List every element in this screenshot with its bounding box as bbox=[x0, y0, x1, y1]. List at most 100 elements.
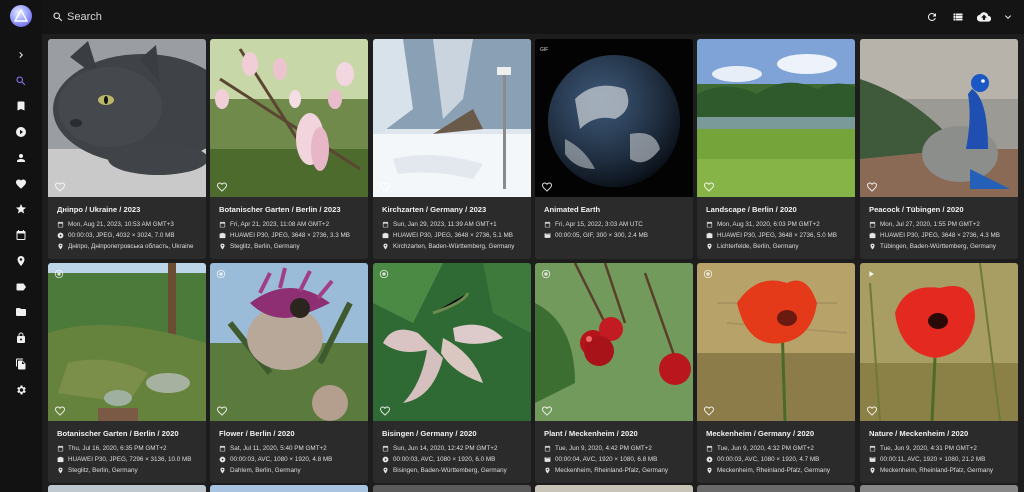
photo-title[interactable]: Peacock / Tübingen / 2020 bbox=[869, 205, 1010, 218]
camera-icon bbox=[57, 456, 64, 463]
photo-card[interactable]: Meckenheim / Germany / 2020 Tue, Jun 9, 2… bbox=[697, 263, 855, 483]
calendar-icon bbox=[869, 445, 876, 452]
favorite-heart-icon[interactable] bbox=[216, 405, 228, 417]
photo-thumbnail[interactable]: GIF bbox=[535, 39, 693, 197]
photo-thumbnail[interactable] bbox=[48, 39, 206, 197]
photo-thumbnail[interactable] bbox=[697, 263, 855, 421]
photo-title[interactable]: Botanischer Garten / Berlin / 2020 bbox=[57, 429, 198, 442]
photo-title[interactable]: Flower / Berlin / 2020 bbox=[219, 429, 360, 442]
photo-meta-text: 00:00:05, GIF, 300 × 300, 2.4 MB bbox=[555, 231, 648, 239]
upload-button[interactable] bbox=[976, 9, 992, 25]
favorite-heart-icon[interactable] bbox=[866, 405, 878, 417]
photo-card[interactable]: Botanischer Garten / Berlin / 2023 Fri, A… bbox=[210, 39, 368, 259]
photo-location[interactable]: Meckenheim, Rheinland-Pfalz, Germany bbox=[869, 465, 1010, 475]
photo-thumbnail[interactable] bbox=[697, 39, 855, 197]
photo-meta: 00:00:03, AVC, 1080 × 1920, 6.0 MB bbox=[382, 454, 523, 464]
photo-card[interactable]: GIF Animated Earth Fri, Apr 15, 2022, 3:03… bbox=[535, 39, 693, 259]
photo-title[interactable]: Plant / Meckenheim / 2020 bbox=[544, 429, 685, 442]
photo-card[interactable]: Botanischer Garten / Berlin / 2020 Thu, J… bbox=[48, 263, 206, 483]
favorite-heart-icon[interactable] bbox=[541, 181, 553, 193]
photo-title[interactable]: Animated Earth bbox=[544, 205, 685, 218]
sidebar-item-calendar[interactable] bbox=[0, 225, 42, 245]
sidebar-item-videos[interactable] bbox=[0, 122, 42, 142]
photo-thumbnail[interactable] bbox=[210, 263, 368, 421]
favorite-heart-icon[interactable] bbox=[866, 181, 878, 193]
photo-thumbnail[interactable] bbox=[210, 39, 368, 197]
thumbnail-partial[interactable] bbox=[48, 485, 206, 492]
photo-title[interactable]: Kirchzarten / Germany / 2023 bbox=[382, 205, 523, 218]
search-input[interactable] bbox=[67, 8, 467, 26]
thumbnail-partial[interactable] bbox=[210, 485, 368, 492]
sidebar-item-places[interactable] bbox=[0, 251, 42, 271]
photo-title[interactable]: Botanischer Garten / Berlin / 2023 bbox=[219, 205, 360, 218]
photo-title[interactable]: Meckenheim / Germany / 2020 bbox=[706, 429, 847, 442]
sidebar-item-settings[interactable] bbox=[0, 380, 42, 400]
label-icon bbox=[16, 283, 26, 291]
photo-thumbnail[interactable] bbox=[860, 263, 1018, 421]
photo-location[interactable]: Lichterfelde, Berlin, Germany bbox=[706, 241, 847, 251]
photo-title[interactable]: Nature / Meckenheim / 2020 bbox=[869, 429, 1010, 442]
photo-date-text: Sun, Jan 29, 2023, 11:39 AM GMT+1 bbox=[393, 220, 497, 228]
photo-card[interactable]: Nature / Meckenheim / 2020 Tue, Jun 9, 20… bbox=[860, 263, 1018, 483]
photo-date: Sat, Jul 11, 2020, 5:40 PM GMT+2 bbox=[219, 443, 360, 453]
photo-card[interactable]: Bisingen / Germany / 2020 Sun, Jun 14, 20… bbox=[373, 263, 531, 483]
photo-card[interactable]: Flower / Berlin / 2020 Sat, Jul 11, 2020,… bbox=[210, 263, 368, 483]
sidebar-item-people[interactable] bbox=[0, 148, 42, 168]
photo-thumbnail[interactable] bbox=[535, 263, 693, 421]
photo-date: Mon, Aug 21, 2023, 10:53 AM GMT+3 bbox=[57, 219, 198, 229]
sidebar-item-library[interactable] bbox=[0, 354, 42, 374]
photo-location[interactable]: Kirchzarten, Baden-Württemberg, Germany bbox=[382, 241, 523, 251]
refresh-button[interactable] bbox=[924, 9, 940, 25]
sidebar-item-folders[interactable] bbox=[0, 302, 42, 322]
photo-date-text: Fri, Apr 21, 2023, 11:08 AM GMT+2 bbox=[230, 220, 330, 228]
sidebar-expand-button[interactable] bbox=[0, 45, 42, 65]
photo-meta: HUAWEI P30, JPEG, 3648 × 2736, 3.3 MB bbox=[219, 230, 360, 240]
photo-location[interactable]: Dahlem, Berlin, Germany bbox=[219, 465, 360, 475]
favorite-heart-icon[interactable] bbox=[54, 181, 66, 193]
photo-location[interactable]: Meckenheim, Rheinland-Pfalz, Germany bbox=[544, 465, 685, 475]
photo-title[interactable]: Bisingen / Germany / 2020 bbox=[382, 429, 523, 442]
favorite-heart-icon[interactable] bbox=[703, 181, 715, 193]
calendar-icon bbox=[544, 221, 551, 228]
photo-title[interactable]: Landscape / Berlin / 2020 bbox=[706, 205, 847, 218]
photo-thumbnail[interactable] bbox=[373, 263, 531, 421]
map-pin-icon bbox=[706, 467, 713, 474]
favorite-heart-icon[interactable] bbox=[379, 405, 391, 417]
photo-card[interactable]: Plant / Meckenheim / 2020 Tue, Jun 9, 202… bbox=[535, 263, 693, 483]
photo-thumbnail[interactable] bbox=[860, 39, 1018, 197]
photo-location[interactable]: Дніпро, Дніпропетровська область, Ukrain… bbox=[57, 241, 198, 251]
favorite-heart-icon[interactable] bbox=[379, 181, 391, 193]
thumbnail-partial[interactable] bbox=[697, 485, 855, 492]
view-toggle-button[interactable] bbox=[950, 9, 966, 25]
photo-title[interactable]: Дніпро / Ukraine / 2023 bbox=[57, 205, 198, 218]
photo-card[interactable]: Landscape / Berlin / 2020 Mon, Aug 31, 20… bbox=[697, 39, 855, 259]
sidebar-item-moments[interactable] bbox=[0, 199, 42, 219]
app-logo[interactable] bbox=[10, 5, 32, 27]
photo-meta-text: HUAWEI P30, JPEG, 3648 × 2736, 5.0 MB bbox=[717, 231, 837, 239]
favorite-heart-icon[interactable] bbox=[54, 405, 66, 417]
sidebar-item-search[interactable] bbox=[0, 71, 42, 91]
favorite-heart-icon[interactable] bbox=[216, 181, 228, 193]
photo-card[interactable]: Дніпро / Ukraine / 2023 Mon, Aug 21, 2023… bbox=[48, 39, 206, 259]
photo-location[interactable]: Tübingen, Baden-Württemberg, Germany bbox=[869, 241, 1010, 251]
map-pin-icon bbox=[869, 467, 876, 474]
photo-location[interactable]: Bisingen, Baden-Württemberg, Germany bbox=[382, 465, 523, 475]
sidebar-item-private[interactable] bbox=[0, 328, 42, 348]
thumbnail-partial[interactable] bbox=[373, 485, 531, 492]
sidebar-item-favorites[interactable] bbox=[0, 174, 42, 194]
thumbnail-partial[interactable] bbox=[535, 485, 693, 492]
photo-card[interactable]: Peacock / Tübingen / 2020 Mon, Jul 27, 20… bbox=[860, 39, 1018, 259]
thumbnail-partial[interactable] bbox=[860, 485, 1018, 492]
sidebar-item-labels[interactable] bbox=[0, 277, 42, 297]
photo-card[interactable]: Kirchzarten / Germany / 2023 Sun, Jan 29,… bbox=[373, 39, 531, 259]
more-options-button[interactable] bbox=[1000, 9, 1016, 25]
photo-location[interactable]: Steglitz, Berlin, Germany bbox=[219, 241, 360, 251]
favorite-heart-icon[interactable] bbox=[541, 405, 553, 417]
photo-date-text: Tue, Jun 9, 2020, 4:32 PM GMT+2 bbox=[717, 444, 814, 452]
photo-location[interactable]: Meckenheim, Rheinland-Pfalz, Germany bbox=[706, 465, 847, 475]
photo-thumbnail[interactable] bbox=[373, 39, 531, 197]
photo-thumbnail[interactable] bbox=[48, 263, 206, 421]
sidebar-item-albums[interactable] bbox=[0, 96, 42, 116]
favorite-heart-icon[interactable] bbox=[703, 405, 715, 417]
photo-location[interactable]: Steglitz, Berlin, Germany bbox=[57, 465, 198, 475]
